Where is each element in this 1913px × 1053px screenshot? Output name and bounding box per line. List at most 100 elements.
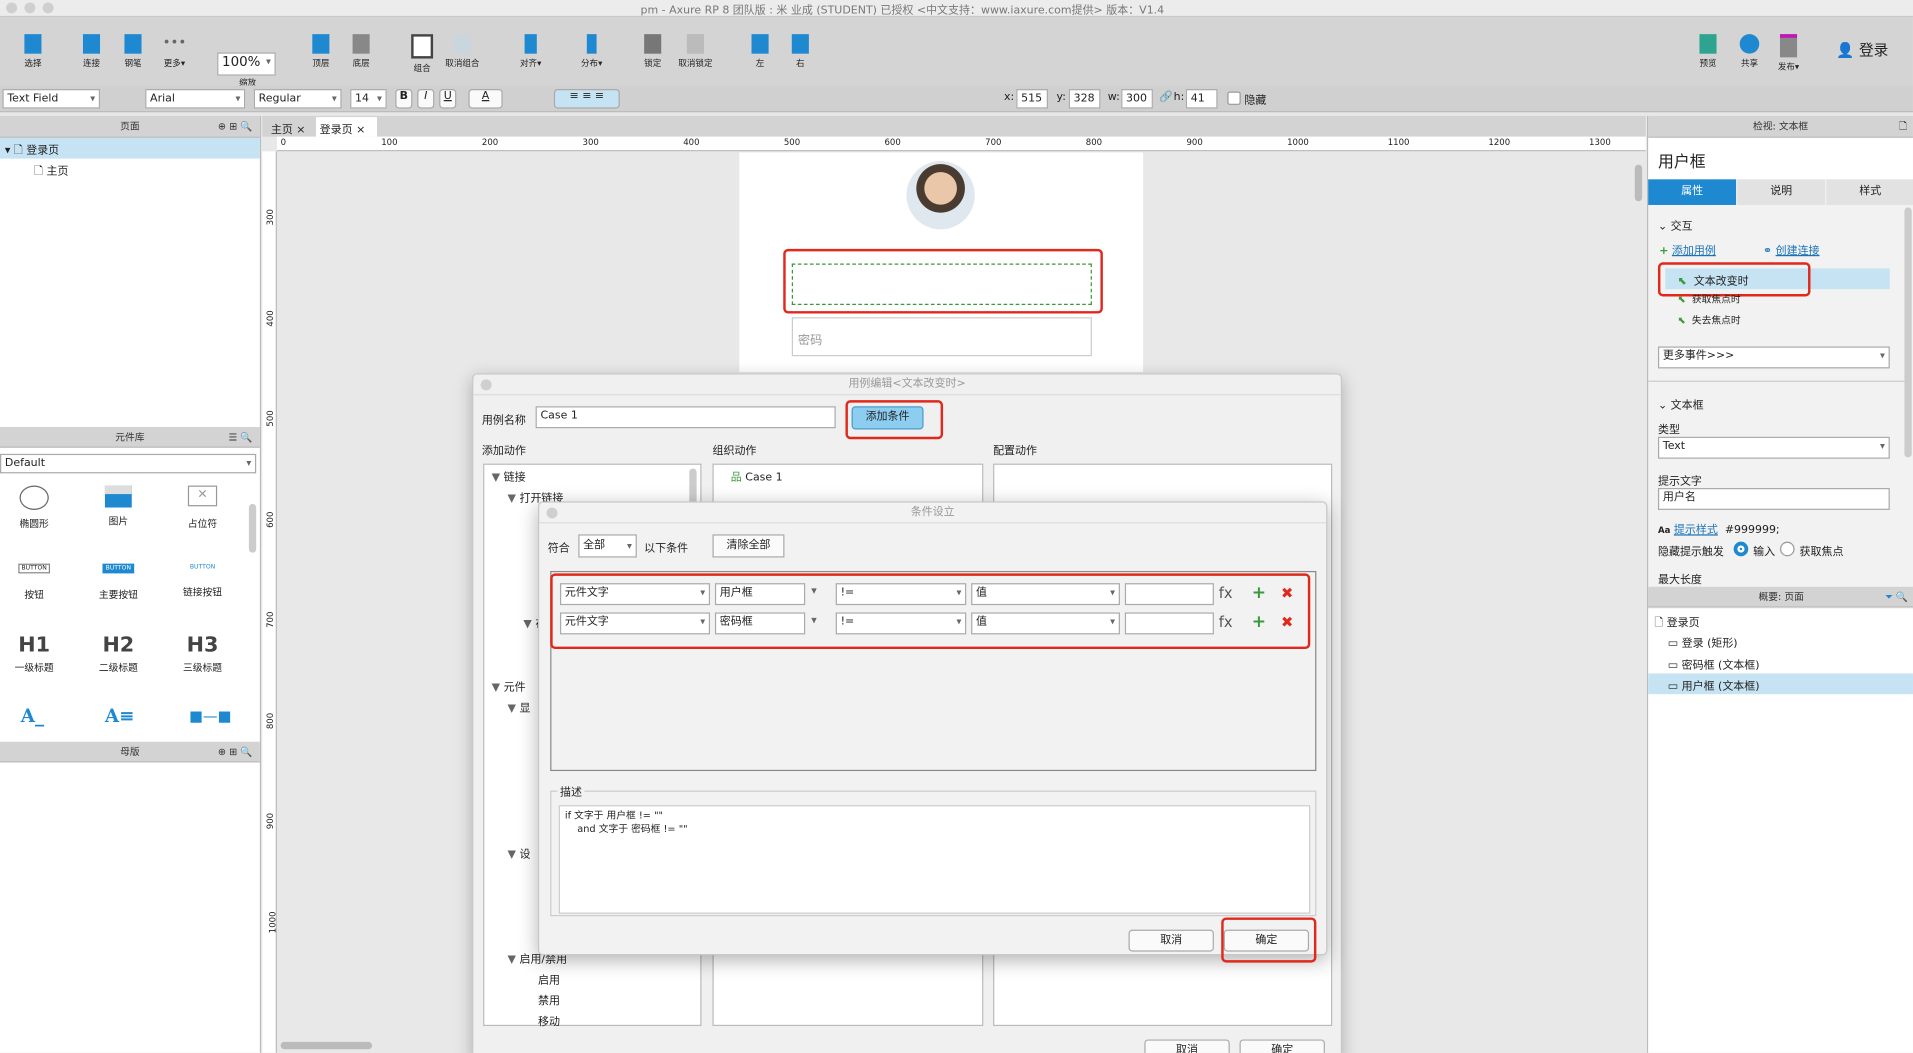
distribute-button[interactable]: 分布▾ bbox=[571, 34, 612, 69]
action-tree-item[interactable]: 禁用 bbox=[538, 992, 560, 1008]
action-tree-item[interactable]: ▼ 链接 bbox=[492, 468, 526, 484]
widget-h3[interactable]: H3 三级标题 bbox=[166, 633, 239, 674]
send-back-button[interactable]: 底层 bbox=[340, 34, 381, 69]
type-select[interactable]: Text bbox=[1657, 436, 1890, 459]
pen-tool[interactable]: 钢笔 bbox=[112, 34, 153, 69]
condition-cancel-button[interactable]: 取消 bbox=[1128, 929, 1214, 952]
event-focus[interactable]: ⬉ 获取焦点时 bbox=[1678, 293, 1741, 306]
share-button[interactable]: 共享 bbox=[1729, 34, 1770, 69]
page-item-login[interactable]: ▾ 🗋 登录页 bbox=[0, 137, 260, 159]
username-field[interactable] bbox=[791, 263, 1092, 305]
create-link-link[interactable]: ⚭ 创建连接 bbox=[1763, 242, 1820, 257]
left-button[interactable]: 左 bbox=[739, 34, 780, 69]
widget-primary-button[interactable]: BUTTON 主要按钮 bbox=[82, 563, 155, 602]
hint-input[interactable]: 用户名 bbox=[1657, 488, 1890, 510]
tab-properties[interactable]: 属性 bbox=[1648, 179, 1737, 205]
height-field[interactable]: 41 bbox=[1185, 89, 1218, 109]
condition-value-type-select[interactable]: 值 bbox=[971, 612, 1120, 635]
zoom-select[interactable]: 100% bbox=[217, 52, 276, 76]
preview-button[interactable]: 预览 bbox=[1687, 34, 1728, 69]
clear-all-button[interactable]: 清除全部 bbox=[712, 534, 785, 558]
tab-notes[interactable]: 说明 bbox=[1737, 179, 1826, 205]
font-size-select[interactable]: 14 bbox=[350, 89, 387, 109]
widget-type-select[interactable]: Text Field bbox=[2, 89, 101, 109]
widget-image[interactable]: 图片 bbox=[82, 485, 155, 529]
fx-button[interactable]: fx bbox=[1219, 584, 1233, 601]
case-name-input[interactable]: Case 1 bbox=[535, 406, 836, 429]
condition-ok-button[interactable]: 确定 bbox=[1223, 929, 1310, 952]
tab-login[interactable]: 登录页 × bbox=[315, 117, 377, 137]
x-field[interactable]: 515 bbox=[1016, 89, 1048, 109]
canvas-hscrollbar[interactable] bbox=[280, 1041, 373, 1050]
action-tree-item[interactable]: 移动 bbox=[538, 1013, 560, 1028]
action-tree-item[interactable]: ▼ 显 bbox=[508, 699, 531, 715]
font-color-button[interactable]: A bbox=[468, 89, 503, 109]
fx-button[interactable]: fx bbox=[1219, 614, 1233, 631]
login-button[interactable]: 👤 登录 bbox=[1836, 39, 1888, 60]
widget-h2[interactable]: H2 二级标题 bbox=[82, 633, 155, 674]
widget-ellipse[interactable]: 椭圆形 bbox=[0, 485, 71, 531]
condition-operator-select[interactable]: != bbox=[835, 583, 967, 606]
align-button[interactable]: 对齐▾ bbox=[510, 34, 551, 69]
add-row-icon[interactable]: + bbox=[1252, 612, 1266, 632]
add-row-icon[interactable]: + bbox=[1252, 583, 1266, 603]
widget-link-button[interactable]: BUTTON 链接按钮 bbox=[166, 564, 239, 599]
tab-home[interactable]: 主页 × bbox=[267, 117, 313, 136]
outline-item-selected[interactable]: ▭ 用户框 (文本框) bbox=[1648, 673, 1913, 695]
condition-value-input[interactable] bbox=[1124, 612, 1214, 635]
widget-label-icon[interactable]: A_ bbox=[21, 705, 44, 727]
condition-value-type-select[interactable]: 值 bbox=[971, 583, 1120, 606]
hide-on-focus-radio[interactable] bbox=[1779, 541, 1795, 557]
action-tree-item[interactable]: ▼ 元件 bbox=[492, 678, 526, 694]
lock-ratio-icon[interactable]: 🔗 bbox=[1159, 92, 1173, 104]
underline-button[interactable]: U bbox=[439, 89, 457, 109]
dialog-close-button[interactable] bbox=[480, 379, 492, 391]
target-dropdown-icon[interactable]: ▾ bbox=[811, 586, 817, 598]
hint-style-link[interactable]: 提示样式 bbox=[1674, 525, 1718, 537]
close-window-button[interactable] bbox=[6, 2, 18, 14]
event-blur[interactable]: ⬉ 失去焦点时 bbox=[1678, 314, 1741, 327]
align-left-button[interactable]: ≡ ≡ ≡ bbox=[553, 89, 620, 109]
font-select[interactable]: Arial bbox=[145, 89, 246, 109]
more-tool[interactable]: ••• 更多▾ bbox=[154, 34, 195, 69]
condition-type-select[interactable]: 元件文字 bbox=[559, 612, 711, 635]
widget-paragraph-icon[interactable]: A≡ bbox=[105, 705, 135, 727]
delete-row-icon[interactable]: ✖ bbox=[1281, 614, 1293, 631]
action-tree-item[interactable]: ▼ 设 bbox=[508, 845, 531, 861]
library-scrollbar[interactable] bbox=[248, 503, 257, 553]
minimize-window-button[interactable] bbox=[24, 2, 36, 14]
description-text[interactable]: if 文字于 用户框 != "" and 文字于 密码框 != "" bbox=[558, 805, 1311, 914]
publish-button[interactable]: 发布▾ bbox=[1768, 34, 1809, 73]
widget-placeholder[interactable]: ✕ 占位符 bbox=[166, 485, 239, 531]
add-case-link[interactable]: + 添加用例 bbox=[1659, 242, 1716, 257]
target-dropdown-icon[interactable]: ▾ bbox=[811, 615, 817, 627]
condition-target-select[interactable]: 用户框 bbox=[714, 583, 806, 606]
page-item-home[interactable]: 🗋 主页 bbox=[34, 160, 254, 181]
connect-tool[interactable]: 连接 bbox=[71, 34, 112, 69]
outline-item[interactable]: ▭ 登录 (矩形) bbox=[1668, 634, 1738, 650]
more-events-select[interactable]: 更多事件>>> bbox=[1657, 346, 1890, 369]
outline-page[interactable]: 🗋 登录页 bbox=[1654, 614, 1699, 634]
canvas-scrollbar[interactable] bbox=[1634, 164, 1643, 202]
bring-front-button[interactable]: 顶层 bbox=[300, 34, 341, 69]
match-select[interactable]: 全部 bbox=[578, 534, 637, 558]
textbox-section[interactable]: ⌄ 文本框 bbox=[1658, 397, 1704, 412]
group-button[interactable]: 组合 bbox=[401, 34, 442, 74]
inspector-scrollbar[interactable] bbox=[1904, 207, 1912, 458]
lock-button[interactable]: 锁定 bbox=[632, 34, 673, 69]
condition-target-select[interactable]: 密码框 bbox=[714, 612, 806, 635]
tree-scrollbar[interactable] bbox=[689, 468, 697, 506]
delete-row-icon[interactable]: ✖ bbox=[1281, 584, 1293, 601]
y-field[interactable]: 328 bbox=[1068, 89, 1101, 109]
widget-line-icon[interactable]: ■—■ bbox=[189, 708, 231, 725]
condition-operator-select[interactable]: != bbox=[835, 612, 967, 635]
right-button[interactable]: 右 bbox=[780, 34, 821, 69]
condition-value-input[interactable] bbox=[1124, 583, 1214, 606]
font-weight-select[interactable]: Regular bbox=[253, 89, 342, 109]
widget-h1[interactable]: H1 一级标题 bbox=[0, 633, 71, 674]
library-select[interactable]: Default bbox=[0, 453, 257, 474]
maximize-window-button[interactable] bbox=[42, 2, 54, 14]
italic-button[interactable]: I bbox=[417, 89, 435, 109]
hidden-checkbox[interactable] bbox=[1227, 91, 1241, 105]
case-ok-button[interactable]: 确定 bbox=[1239, 1039, 1325, 1053]
